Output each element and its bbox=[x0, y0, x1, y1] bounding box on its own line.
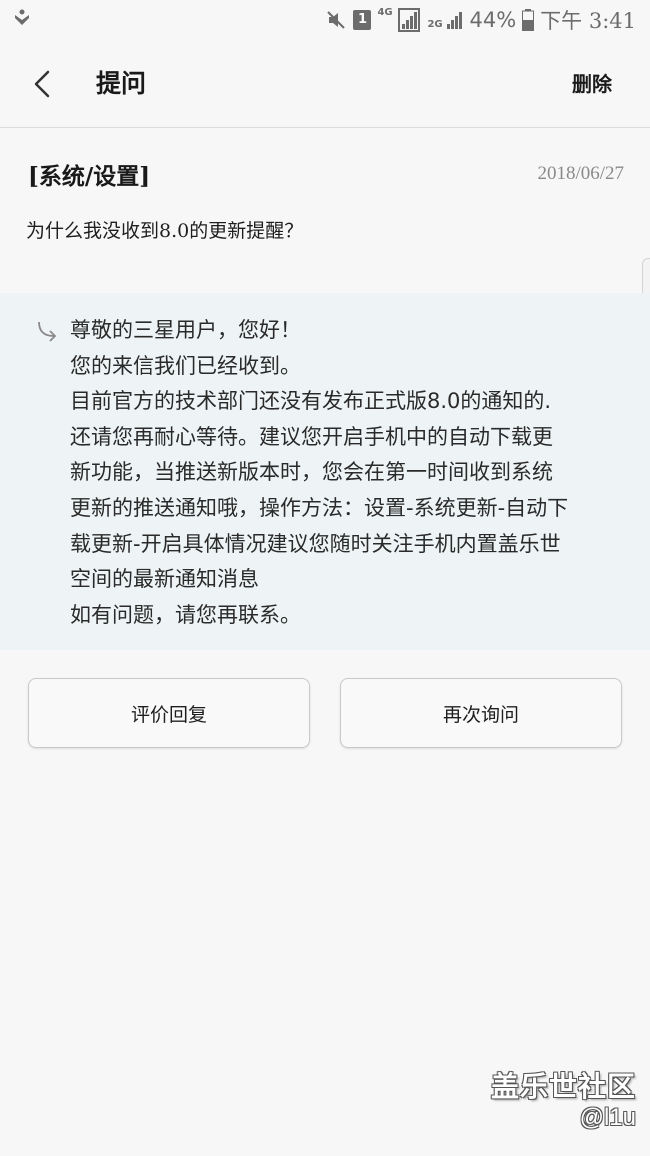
back-button[interactable] bbox=[26, 62, 66, 106]
app-bar: 提问 删除 bbox=[0, 40, 650, 128]
notification-app-icon bbox=[15, 9, 29, 25]
delete-button[interactable]: 删除 bbox=[572, 68, 612, 97]
question-category: [系统/设置] bbox=[28, 163, 151, 190]
battery-icon bbox=[522, 9, 535, 31]
reply-line: 尊敬的三星用户，您好！ bbox=[70, 318, 301, 342]
question-date: 2018/06/27 bbox=[537, 163, 624, 184]
back-arrow-icon bbox=[34, 70, 50, 98]
ask-again-button[interactable]: 再次询问 bbox=[340, 678, 622, 748]
mute-icon bbox=[327, 11, 346, 29]
status-bar: 1 4G 2G 44% 下午 3:41 bbox=[0, 0, 650, 40]
signal-4g-icon: 4G bbox=[377, 7, 421, 33]
sim-badge-icon: 1 bbox=[353, 10, 372, 30]
reply-box: 尊敬的三星用户，您好！ 您的来信我们已经收到。 目前官方的技术部门还没有发布正式… bbox=[0, 293, 650, 650]
reply-text: 尊敬的三星用户，您好！ 您的来信我们已经收到。 目前官方的技术部门还没有发布正式… bbox=[70, 313, 630, 633]
reply-line: 您的来信我们已经收到。 bbox=[70, 353, 301, 378]
reply-line: 还请您再耐心等待。建议您开启手机中的自动下载更 bbox=[70, 424, 553, 449]
reply-arrow-icon bbox=[38, 321, 57, 342]
rate-reply-button[interactable]: 评价回复 bbox=[28, 678, 310, 748]
page-title: 提问 bbox=[96, 69, 147, 98]
reply-line: 载更新-开启具体情况建议您随时关注手机内置盖乐世 bbox=[70, 531, 561, 556]
watermark-user: @l1u bbox=[579, 1104, 636, 1131]
reply-line: 如有问题，请您再联系。 bbox=[70, 602, 301, 627]
signal-2g-icon: 2G bbox=[427, 7, 463, 33]
reply-line: 更新的推送通知哦，操作方法：设置-系统更新-自动下 bbox=[70, 495, 569, 520]
sim-badge-label: 1 bbox=[357, 12, 367, 27]
clock: 下午 3:41 bbox=[540, 9, 636, 33]
reply-line: 新功能，当推送新版本时，您会在第一时间收到系统 bbox=[70, 460, 553, 485]
reply-line: 空间的最新通知消息 bbox=[70, 567, 259, 592]
reply-line: 目前官方的技术部门还没有发布正式版8.0的通知的. bbox=[70, 389, 552, 414]
question-text: 为什么我没收到8.0的更新提醒？ bbox=[26, 220, 304, 242]
battery-percent: 44% bbox=[469, 8, 517, 32]
watermark-site: 盖乐世社区 bbox=[490, 1070, 636, 1103]
